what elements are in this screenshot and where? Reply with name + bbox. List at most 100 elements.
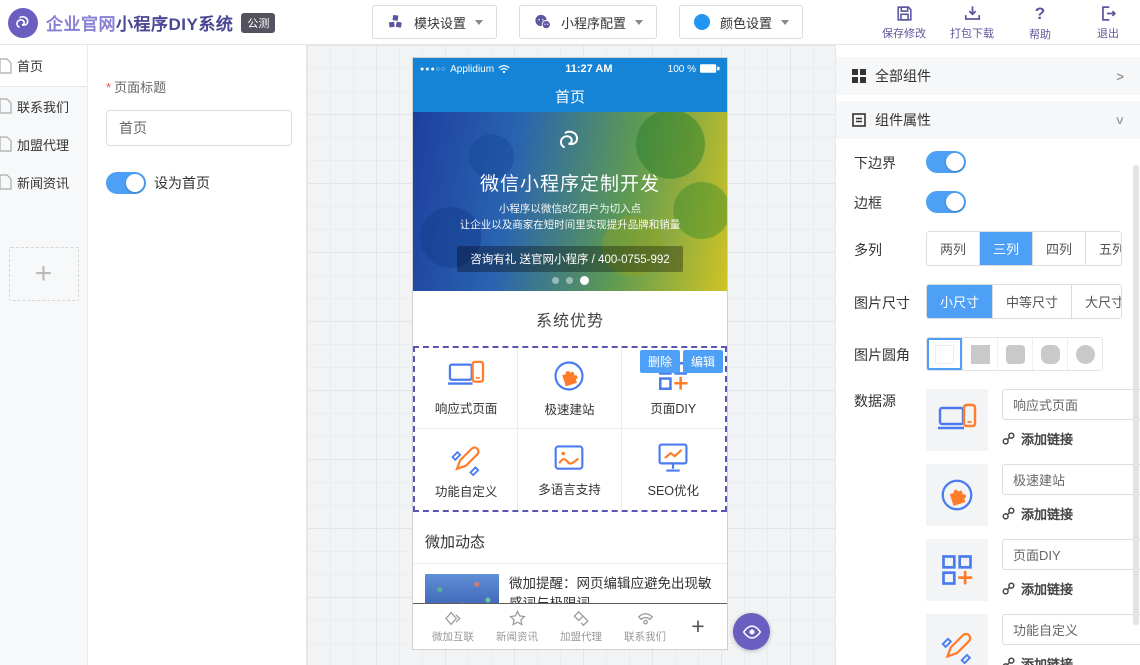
radius-option-square[interactable] <box>962 338 997 370</box>
datasource-name-input[interactable] <box>1002 389 1140 420</box>
bottom-border-toggle[interactable] <box>926 151 966 173</box>
carousel-dot[interactable] <box>566 277 573 284</box>
datasource-list: 添加链接 添加链接 <box>926 389 1140 665</box>
top-header: 企业官网小程序DIY系统 公测 模块设置 小程序配置 颜色设置 保存修改 <box>0 0 1140 45</box>
link-icon <box>1002 432 1015 445</box>
feature-fast-build[interactable]: 极速建站 <box>518 348 621 429</box>
sidebar-item-home[interactable]: 首页 <box>0 45 87 87</box>
banner-slide[interactable]: 微信小程序定制开发 小程序以微信8亿用户为切入点 让企业以及商家在短时间里实现提… <box>413 112 727 291</box>
clock-label: 11:27 AM <box>510 63 668 75</box>
miniprogram-icon <box>533 13 552 31</box>
datasource-tile[interactable] <box>926 464 988 526</box>
feature-responsive[interactable]: 响应式页面 <box>415 348 518 429</box>
modules-icon <box>386 13 405 31</box>
columns-option-3-selected[interactable]: 三列 <box>979 232 1032 265</box>
datasource-tile[interactable] <box>926 389 988 451</box>
wifi-icon <box>498 64 510 74</box>
section-title: 系统优势 <box>413 291 727 346</box>
app-logo <box>8 8 38 38</box>
feature-multilang[interactable]: 多语言支持 <box>518 429 621 510</box>
exit-button[interactable]: 退出 <box>1082 4 1134 42</box>
chevron-right-icon: > <box>1116 69 1124 84</box>
prop-columns: 多列 两列 三列 四列 五列 <box>854 231 1122 266</box>
datasource-tile[interactable] <box>926 614 988 665</box>
size-option-large[interactable]: 大尺寸 <box>1071 285 1122 318</box>
responsive-icon <box>447 359 485 393</box>
app-title: 企业官网小程序DIY系统 <box>46 10 233 35</box>
help-icon: ? <box>1035 4 1045 24</box>
download-button[interactable]: 打包下载 <box>946 4 998 42</box>
edit-button[interactable]: 编辑 <box>683 350 723 373</box>
component-props-header[interactable]: 组件属性 > <box>836 101 1140 139</box>
multilang-icon <box>551 442 587 474</box>
add-link-button[interactable]: 添加链接 <box>1002 579 1140 598</box>
header-toolbar: 模块设置 小程序配置 颜色设置 <box>372 5 803 39</box>
add-link-button[interactable]: 添加链接 <box>1002 504 1140 523</box>
columns-segmented-control: 两列 三列 四列 五列 <box>926 231 1122 266</box>
help-button[interactable]: ? 帮助 <box>1014 4 1066 42</box>
brand: 企业官网小程序DIY系统 公测 <box>8 0 275 45</box>
feature-grid-component[interactable]: 删除 编辑 响应式页面 极速建站 页面DIY 功能自定义 <box>413 346 727 512</box>
scrollbar-thumb[interactable] <box>1133 165 1139 625</box>
add-page-button[interactable]: + <box>9 247 79 301</box>
save-button[interactable]: 保存修改 <box>878 4 930 42</box>
sidebar-item-news[interactable]: 新闻资讯 <box>0 163 87 201</box>
radius-option-rounded-small[interactable] <box>997 338 1032 370</box>
page-title-input[interactable] <box>106 110 292 146</box>
columns-option-4[interactable]: 四列 <box>1032 232 1085 265</box>
properties-list-icon <box>852 113 866 127</box>
miniprogram-config-button[interactable]: 小程序配置 <box>519 5 657 39</box>
tab-add-button[interactable]: + <box>677 613 719 640</box>
banner-subtitle-1: 小程序以微信8亿用户为切入点 <box>413 201 727 217</box>
carousel-dot[interactable] <box>552 277 559 284</box>
datasource-name-input[interactable] <box>1002 614 1140 645</box>
module-settings-button[interactable]: 模块设置 <box>372 5 497 39</box>
datasource-name-input[interactable] <box>1002 464 1140 495</box>
columns-option-2[interactable]: 两列 <box>927 232 979 265</box>
tab-weijia[interactable]: 微加互联 <box>421 609 485 644</box>
datasource-tile[interactable] <box>926 539 988 601</box>
size-option-medium[interactable]: 中等尺寸 <box>992 285 1071 318</box>
sidebar-item-agent[interactable]: 加盟代理 <box>0 125 87 163</box>
battery-icon <box>700 64 720 74</box>
inspector-panel: 全部组件 > 组件属性 > 下边界 边框 多列 两列 三列 四列 <box>835 45 1140 665</box>
page-diy-icon <box>939 552 975 588</box>
tab-news[interactable]: 新闻资讯 <box>485 609 549 644</box>
save-icon <box>895 4 914 23</box>
border-toggle[interactable] <box>926 191 966 213</box>
banner-logo-icon <box>413 126 727 161</box>
prop-datasource: 数据源 添加链接 <box>854 389 1122 665</box>
preview-button[interactable] <box>733 613 770 650</box>
add-link-button[interactable]: 添加链接 <box>1002 429 1140 448</box>
color-settings-button[interactable]: 颜色设置 <box>679 5 803 39</box>
prop-bottom-border: 下边界 <box>854 151 1122 173</box>
responsive-icon <box>937 402 977 438</box>
seo-icon <box>655 441 691 475</box>
page-icon <box>0 136 12 152</box>
radius-option-circle[interactable] <box>1067 338 1102 370</box>
datasource-row-page-diy: 添加链接 <box>926 539 1140 601</box>
tab-agent[interactable]: 加盟代理 <box>549 609 613 644</box>
phone-icon <box>636 609 655 628</box>
delete-button[interactable]: 删除 <box>640 350 680 373</box>
carrier-label: Applidium <box>450 64 494 75</box>
carousel-dot-active[interactable] <box>580 276 589 285</box>
app-root: 企业官网小程序DIY系统 公测 模块设置 小程序配置 颜色设置 保存修改 <box>0 0 1140 665</box>
sidebar-item-contact[interactable]: 联系我们 <box>0 87 87 125</box>
all-components-header[interactable]: 全部组件 > <box>836 57 1140 95</box>
set-home-toggle[interactable] <box>106 172 146 194</box>
page-icon <box>0 98 12 114</box>
banner-title: 微信小程序定制开发 <box>413 169 727 196</box>
feature-custom-function[interactable]: 功能自定义 <box>415 429 518 510</box>
feature-seo[interactable]: SEO优化 <box>622 429 725 510</box>
phone-tab-bar: 微加互联 新闻资讯 加盟代理 联系我们 + <box>413 603 727 649</box>
tab-contact[interactable]: 联系我们 <box>613 609 677 644</box>
columns-option-5[interactable]: 五列 <box>1085 232 1122 265</box>
size-option-small-selected[interactable]: 小尺寸 <box>927 285 992 318</box>
radius-option-rounded-large[interactable] <box>1032 338 1067 370</box>
add-link-button[interactable]: 添加链接 <box>1002 654 1140 665</box>
link-icon <box>1002 657 1015 665</box>
radius-option-none-selected[interactable] <box>927 338 962 370</box>
datasource-name-input[interactable] <box>1002 539 1140 570</box>
datasource-row-fast-build: 添加链接 <box>926 464 1140 526</box>
